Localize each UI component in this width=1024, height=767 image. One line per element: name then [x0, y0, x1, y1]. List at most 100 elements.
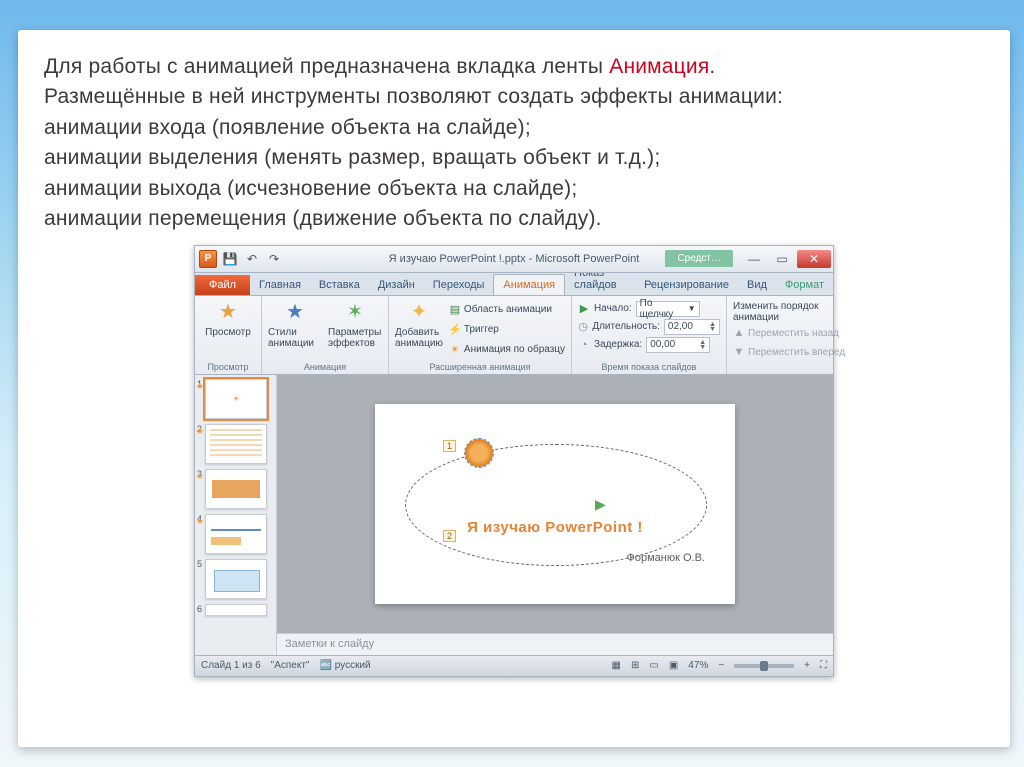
tab-format[interactable]: Формат — [776, 275, 833, 295]
effect-opts-label: Параметры эффектов — [328, 327, 382, 349]
effect-options-button[interactable]: ✶ Параметры эффектов — [328, 299, 382, 349]
move-back-label: Переместить назад — [748, 328, 839, 339]
app-logo: P — [199, 250, 217, 268]
canvas-background[interactable]: 1 2 ▶ Я изучаю PowerPoint ! Форманюк О.В… — [277, 375, 833, 633]
trigger-button[interactable]: ⚡ Триггер — [449, 321, 565, 338]
qat-redo-icon[interactable]: ↷ — [265, 250, 283, 268]
play-icon: ▶ — [578, 303, 590, 315]
caption-l5: анимации выхода (исчезновение объекта на… — [44, 177, 577, 200]
painter-label: Анимация по образцу — [464, 344, 565, 355]
slide-thumb-3[interactable]: ★ — [205, 469, 267, 509]
fit-to-window-button[interactable]: ⛶ — [820, 660, 827, 671]
anim-tag-1[interactable]: 1 — [443, 440, 456, 452]
tab-file[interactable]: Файл — [195, 275, 250, 295]
spinner-icon: ▲▼ — [699, 340, 706, 350]
tab-review[interactable]: Рецензирование — [635, 275, 738, 295]
caption-l3: анимации входа (появление объекта на сла… — [44, 116, 531, 139]
group-animation: Анимация — [268, 362, 382, 374]
delay-input[interactable]: 00,00▲▼ — [646, 337, 710, 353]
duration-value: 02,00 — [668, 321, 693, 332]
zoom-slider[interactable] — [734, 664, 794, 668]
pane-icon: ▤ — [449, 303, 461, 315]
clock-icon: ◷ — [578, 321, 588, 333]
motion-path-ellipse[interactable] — [405, 444, 707, 566]
ribbon: ★ Просмотр Просмотр ★ Стили анимации ✶ П… — [194, 296, 834, 375]
qat-undo-icon[interactable]: ↶ — [243, 250, 261, 268]
caption-l6: анимации перемещения (движение объекта п… — [44, 207, 602, 230]
zoom-thumb[interactable] — [760, 661, 768, 671]
tab-view[interactable]: Вид — [738, 275, 776, 295]
view-reading-icon[interactable]: ▭ — [649, 660, 658, 671]
animation-painter-button[interactable]: ✴ Анимация по образцу — [449, 341, 565, 358]
zoom-out-button[interactable]: − — [718, 660, 724, 671]
reorder-title: Изменить порядок анимации — [733, 301, 845, 323]
status-language[interactable]: 🔤 русский — [320, 660, 371, 671]
tab-transitions[interactable]: Переходы — [424, 275, 494, 295]
tab-animations[interactable]: Анимация — [493, 274, 565, 295]
anim-indicator-icon: ★ — [196, 471, 204, 482]
thumb-num: 5 — [197, 559, 202, 599]
painter-icon: ✴ — [449, 343, 461, 355]
slide-author-text: Форманюк О.В. — [627, 552, 705, 564]
qat-save-icon[interactable]: 💾 — [221, 250, 239, 268]
move-earlier-button[interactable]: ▲ Переместить назад — [733, 325, 845, 342]
group-preview: Просмотр — [201, 362, 255, 374]
tab-design[interactable]: Дизайн — [369, 275, 424, 295]
start-label: Начало: — [594, 303, 632, 314]
sun-shape[interactable] — [465, 439, 493, 467]
tab-insert[interactable]: Вставка — [310, 275, 369, 295]
status-language-label: русский — [335, 660, 371, 671]
add-anim-label: Добавить анимацию — [395, 327, 443, 349]
view-sorter-icon[interactable]: ⊞ — [631, 660, 639, 671]
animation-pane-button[interactable]: ▤ Область анимации — [449, 301, 565, 318]
anim-indicator-icon: ★ — [196, 516, 204, 527]
caption-l4: анимации выделения (менять размер, враща… — [44, 146, 660, 169]
slide-thumb-6[interactable] — [205, 604, 267, 616]
status-theme: "Аспект" — [271, 660, 310, 671]
caption-highlight: Анимация — [609, 55, 709, 78]
tab-home[interactable]: Главная — [250, 275, 310, 295]
caption-l1-pre: Для работы с анимацией предназначена вкл… — [44, 55, 609, 78]
path-arrow-icon: ▶ — [595, 496, 606, 513]
animation-styles-button[interactable]: ★ Стили анимации — [268, 299, 322, 349]
start-dropdown[interactable]: По щелчку▼ — [636, 301, 700, 317]
move-fwd-label: Переместить вперед — [748, 347, 845, 358]
trigger-icon: ⚡ — [449, 323, 461, 335]
zoom-value: 47% — [688, 660, 708, 671]
minimize-button[interactable]: — — [741, 250, 767, 268]
zoom-in-button[interactable]: + — [804, 660, 810, 671]
caption-l2: Размещённые в ней инструменты позволяют … — [44, 85, 783, 108]
arrow-down-icon: ▼ — [733, 346, 745, 358]
slide-thumb-4[interactable]: ★ — [205, 514, 267, 554]
view-normal-icon[interactable]: ▦ — [612, 660, 621, 671]
slide-thumb-5[interactable] — [205, 559, 267, 599]
group-timing: Время показа слайдов — [578, 362, 720, 374]
title-bar: P 💾 ↶ ↷ Я изучаю PowerPoint !.pptx - Mic… — [194, 245, 834, 273]
add-animation-button[interactable]: ✦ Добавить анимацию — [395, 299, 443, 358]
thumb-num: 6 — [197, 604, 202, 616]
context-tools-tab[interactable]: Средст… — [665, 250, 733, 267]
duration-label: Длительность: — [592, 321, 660, 332]
spinner-icon: ▲▼ — [709, 322, 716, 332]
trigger-label: Триггер — [464, 324, 499, 335]
styles-label: Стили анимации — [268, 327, 322, 349]
slide-canvas: 1 2 ▶ Я изучаю PowerPoint ! Форманюк О.В… — [375, 404, 735, 604]
slide-thumb-2[interactable]: ★ — [205, 424, 267, 464]
preview-label: Просмотр — [205, 327, 251, 338]
maximize-button[interactable]: ▭ — [769, 250, 795, 268]
anim-pane-label: Область анимации — [464, 304, 552, 315]
effect-options-icon: ✶ — [342, 299, 368, 325]
duration-input[interactable]: 02,00 ▲▼ — [664, 319, 720, 335]
preview-button[interactable]: ★ Просмотр — [201, 299, 255, 338]
view-slideshow-icon[interactable]: ▣ — [669, 660, 678, 671]
ribbon-tabs: Файл Главная Вставка Дизайн Переходы Ани… — [194, 273, 834, 296]
workspace: 1★☀ 2★ 3★ 4★ 5 6 1 2 ▶ Я изучаю PowerPoi… — [194, 375, 834, 656]
powerpoint-window: P 💾 ↶ ↷ Я изучаю PowerPoint !.pptx - Mic… — [194, 245, 834, 677]
move-later-button[interactable]: ▼ Переместить вперед — [733, 344, 845, 361]
add-star-icon: ✦ — [406, 299, 432, 325]
star-icon: ★ — [215, 299, 241, 325]
notes-pane[interactable]: Заметки к слайду — [277, 633, 833, 655]
close-button[interactable]: ✕ — [797, 250, 831, 268]
slide-thumb-1[interactable]: ★☀ — [205, 379, 267, 419]
chevron-down-icon: ▼ — [688, 304, 696, 313]
